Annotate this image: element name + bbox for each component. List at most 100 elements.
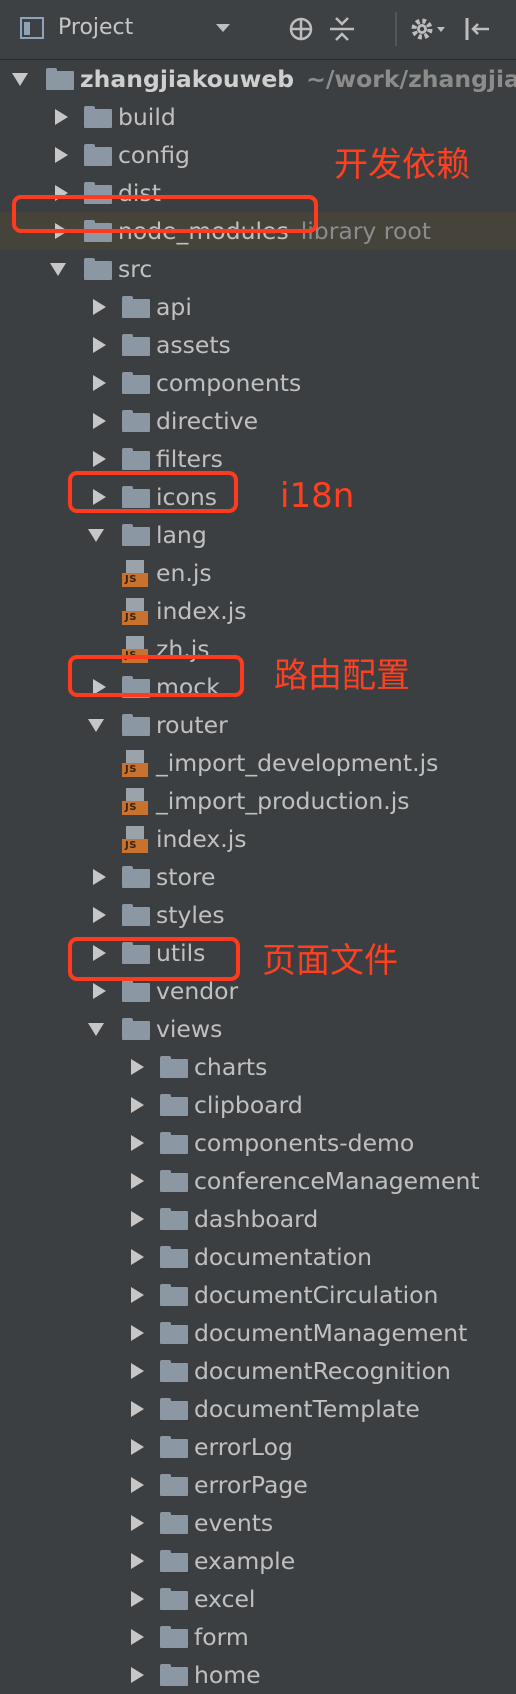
tree-folder-row[interactable]: views xyxy=(0,1010,516,1048)
folder-icon xyxy=(160,1322,188,1344)
javascript-file-icon: JS xyxy=(122,788,148,816)
tree-folder-row[interactable]: example xyxy=(0,1542,516,1580)
expanded-arrow-icon[interactable] xyxy=(12,60,32,98)
collapsed-arrow-icon[interactable] xyxy=(128,1656,148,1694)
tree-folder-row[interactable]: documentation xyxy=(0,1238,516,1276)
tree-item-label: form xyxy=(194,1623,249,1651)
tree-folder-row[interactable]: charts xyxy=(0,1048,516,1086)
folder-icon xyxy=(160,1588,188,1610)
folder-icon xyxy=(46,68,74,90)
tree-folder-row[interactable]: styles xyxy=(0,896,516,934)
tree-folder-row[interactable]: build xyxy=(0,98,516,136)
collapsed-arrow-icon[interactable] xyxy=(128,1200,148,1238)
tree-folder-row[interactable]: store xyxy=(0,858,516,896)
tree-item-label: config xyxy=(118,141,190,169)
tree-folder-row[interactable]: api xyxy=(0,288,516,326)
collapsed-arrow-icon[interactable] xyxy=(90,858,110,896)
collapsed-arrow-icon[interactable] xyxy=(128,1390,148,1428)
collapsed-arrow-icon[interactable] xyxy=(128,1314,148,1352)
hide-panel-icon[interactable] xyxy=(462,14,492,44)
tree-folder-row[interactable]: documentManagement xyxy=(0,1314,516,1352)
tree-item-label: api xyxy=(156,293,192,321)
tree-folder-row[interactable]: conferenceManagement xyxy=(0,1162,516,1200)
collapsed-arrow-icon[interactable] xyxy=(128,1276,148,1314)
project-toolbar: Project xyxy=(0,0,516,60)
collapsed-arrow-icon[interactable] xyxy=(90,364,110,402)
collapsed-arrow-icon[interactable] xyxy=(128,1162,148,1200)
tree-file-row[interactable]: JS index.js xyxy=(0,820,516,858)
expanded-arrow-icon[interactable] xyxy=(88,1010,108,1048)
collapsed-arrow-icon[interactable] xyxy=(52,136,72,174)
locate-target-icon[interactable] xyxy=(286,14,316,44)
expanded-arrow-icon[interactable] xyxy=(88,706,108,744)
collapsed-arrow-icon[interactable] xyxy=(128,1580,148,1618)
tree-folder-row[interactable]: router xyxy=(0,706,516,744)
tree-folder-row[interactable]: documentTemplate xyxy=(0,1390,516,1428)
tree-folder-row[interactable]: components xyxy=(0,364,516,402)
dropdown-arrow-icon[interactable] xyxy=(216,24,230,32)
collapsed-arrow-icon[interactable] xyxy=(90,326,110,364)
tree-folder-row[interactable]: events xyxy=(0,1504,516,1542)
tree-folder-row[interactable]: components-demo xyxy=(0,1124,516,1162)
tree-file-row[interactable]: JS _import_production.js xyxy=(0,782,516,820)
tree-item-label: home xyxy=(194,1661,261,1689)
tree-folder-row[interactable]: errorLog xyxy=(0,1428,516,1466)
folder-icon xyxy=(160,1398,188,1420)
tree-folder-row[interactable]: dashboard xyxy=(0,1200,516,1238)
tree-file-row[interactable]: JS index.js xyxy=(0,592,516,630)
tree-folder-row[interactable]: clipboard xyxy=(0,1086,516,1124)
tree-folder-row[interactable]: directive xyxy=(0,402,516,440)
tree-file-row[interactable]: JS _import_development.js xyxy=(0,744,516,782)
expanded-arrow-icon[interactable] xyxy=(50,250,70,288)
tree-folder-row[interactable]: src xyxy=(0,250,516,288)
tree-folder-row[interactable]: excel xyxy=(0,1580,516,1618)
collapsed-arrow-icon[interactable] xyxy=(52,98,72,136)
folder-icon xyxy=(160,1512,188,1534)
tree-folder-row[interactable]: home xyxy=(0,1656,516,1694)
tree-file-row[interactable]: JS en.js xyxy=(0,554,516,592)
tree-item-label: example xyxy=(194,1547,296,1575)
collapsed-arrow-icon[interactable] xyxy=(128,1086,148,1124)
tree-item-label: documentCirculation xyxy=(194,1281,439,1309)
folder-icon xyxy=(160,1284,188,1306)
tree-item-hint: library root xyxy=(300,217,431,245)
tree-item-label: components-demo xyxy=(194,1129,415,1157)
tree-item-label: _import_production.js xyxy=(156,787,410,815)
collapsed-arrow-icon[interactable] xyxy=(128,1466,148,1504)
tree-item-label: dashboard xyxy=(194,1205,319,1233)
collapsed-arrow-icon[interactable] xyxy=(128,1542,148,1580)
settings-gear-icon[interactable] xyxy=(408,14,450,44)
folder-icon xyxy=(122,524,150,546)
folder-icon xyxy=(84,258,112,280)
collapsed-arrow-icon[interactable] xyxy=(128,1048,148,1086)
collapsed-arrow-icon[interactable] xyxy=(90,288,110,326)
collapsed-arrow-icon[interactable] xyxy=(128,1124,148,1162)
folder-icon xyxy=(122,980,150,1002)
collapsed-arrow-icon[interactable] xyxy=(90,896,110,934)
tree-folder-row[interactable]: lang xyxy=(0,516,516,554)
collapsed-arrow-icon[interactable] xyxy=(90,402,110,440)
project-view-title[interactable]: Project xyxy=(58,15,133,40)
collapsed-arrow-icon[interactable] xyxy=(128,1238,148,1276)
tree-folder-row[interactable]: zhangjiakouweb ~/work/zhangjia xyxy=(0,60,516,98)
tree-folder-row[interactable]: errorPage xyxy=(0,1466,516,1504)
collapse-all-icon[interactable] xyxy=(327,14,357,44)
collapsed-arrow-icon[interactable] xyxy=(128,1618,148,1656)
tree-folder-row[interactable]: assets xyxy=(0,326,516,364)
annotation-note-router: 路由配置 xyxy=(274,656,410,696)
tree-folder-row[interactable]: form xyxy=(0,1618,516,1656)
tree-item-label: components xyxy=(156,369,302,397)
tree-item-label: en.js xyxy=(156,559,212,587)
tree-folder-row[interactable]: documentCirculation xyxy=(0,1276,516,1314)
collapsed-arrow-icon[interactable] xyxy=(128,1504,148,1542)
javascript-file-icon: JS xyxy=(122,826,148,854)
tree-item-label: build xyxy=(118,103,176,131)
tree-folder-row[interactable]: documentRecognition xyxy=(0,1352,516,1390)
collapsed-arrow-icon[interactable] xyxy=(128,1428,148,1466)
tree-item-label: events xyxy=(194,1509,274,1537)
expanded-arrow-icon[interactable] xyxy=(88,516,108,554)
tree-item-hint: ~/work/zhangjia xyxy=(306,65,516,93)
js-badge: JS xyxy=(122,611,148,625)
folder-icon xyxy=(122,448,150,470)
collapsed-arrow-icon[interactable] xyxy=(128,1352,148,1390)
